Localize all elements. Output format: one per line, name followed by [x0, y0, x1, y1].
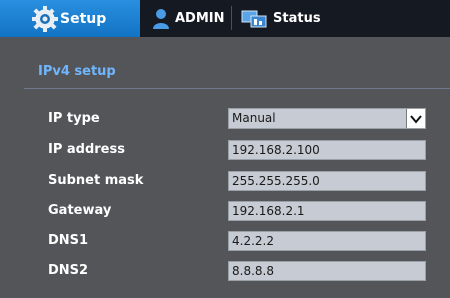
- ip-type-value: Manual: [232, 111, 276, 125]
- dns1-label: DNS1: [48, 233, 89, 248]
- subnet-mask-input[interactable]: 255.255.255.0: [228, 171, 426, 191]
- section-divider: [24, 88, 450, 89]
- ip-type-label: IP type: [48, 111, 100, 126]
- top-nav-bar: Setup ADMIN Status: [0, 0, 450, 37]
- tab-status-label: Status: [273, 11, 321, 26]
- tab-status[interactable]: Status: [241, 0, 321, 37]
- ip-address-input[interactable]: 192.168.2.100: [228, 140, 426, 160]
- user-icon: [153, 8, 169, 29]
- tab-admin[interactable]: ADMIN: [152, 0, 225, 37]
- section-title: IPv4 setup: [38, 64, 116, 79]
- tab-setup-label: Setup: [60, 10, 107, 27]
- subnet-mask-label: Subnet mask: [48, 173, 144, 188]
- gear-icon: [32, 6, 58, 32]
- tab-admin-label: ADMIN: [175, 11, 225, 26]
- chevron-down-icon[interactable]: [406, 109, 425, 128]
- dns2-label: DNS2: [48, 263, 89, 278]
- monitor-icon: [241, 10, 267, 27]
- gateway-label: Gateway: [48, 203, 112, 218]
- tab-divider: [231, 6, 232, 30]
- dns2-input[interactable]: 8.8.8.8: [228, 261, 426, 281]
- tab-setup[interactable]: Setup: [0, 0, 140, 37]
- gateway-input[interactable]: 192.168.2.1: [228, 201, 426, 221]
- dns1-input[interactable]: 4.2.2.2: [228, 231, 426, 251]
- ip-address-label: IP address: [48, 142, 125, 157]
- ip-type-select[interactable]: Manual: [228, 108, 426, 129]
